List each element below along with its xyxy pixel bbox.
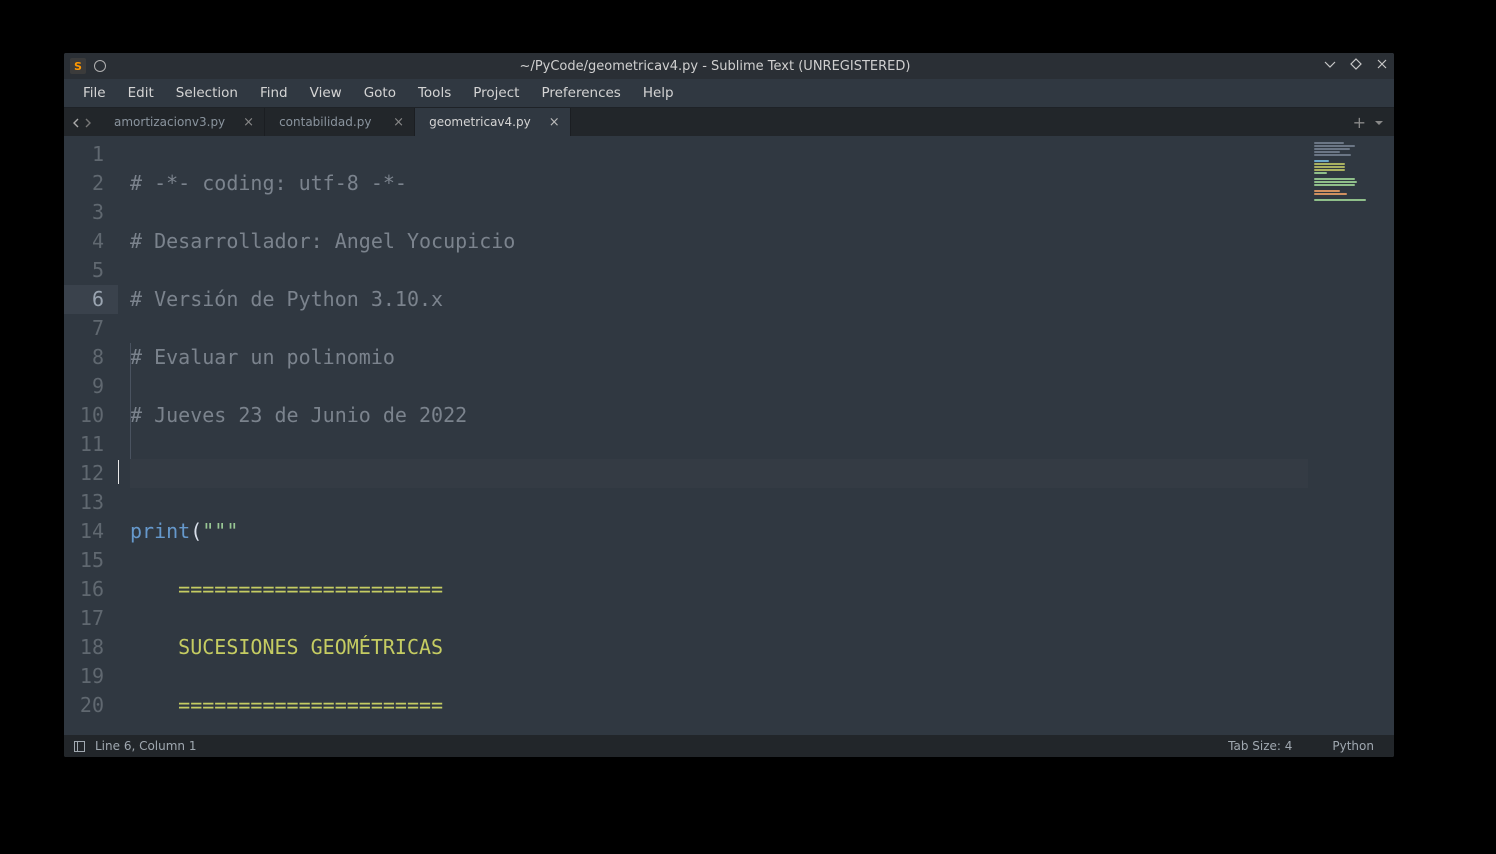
code-fn: print	[130, 519, 190, 543]
tab-dropdown-icon[interactable]	[1374, 113, 1384, 132]
line-number[interactable]: 7	[64, 314, 118, 343]
line-number[interactable]: 19	[64, 662, 118, 691]
menu-selection[interactable]: Selection	[165, 81, 249, 105]
menu-view[interactable]: View	[299, 81, 353, 105]
tab-history-back-icon[interactable]	[72, 113, 80, 132]
text-cursor	[118, 460, 119, 484]
line-number[interactable]: 1	[64, 140, 118, 169]
line-number[interactable]: 12	[64, 459, 118, 488]
close-icon[interactable]	[1376, 58, 1388, 74]
gutter[interactable]: 1234567891011121314151617181920	[64, 136, 118, 735]
modified-indicator-icon	[94, 60, 106, 72]
line-number[interactable]: 2	[64, 169, 118, 198]
line-number[interactable]: 3	[64, 198, 118, 227]
line-number[interactable]: 18	[64, 633, 118, 662]
tab-close-icon[interactable]: ×	[393, 115, 404, 130]
tab-contabilidad[interactable]: contabilidad.py ×	[265, 108, 415, 136]
menu-find[interactable]: Find	[249, 81, 299, 105]
tab-geometrica[interactable]: geometricav4.py ×	[415, 108, 571, 136]
code-comment: # Desarrollador: Angel Yocupicio	[130, 229, 515, 253]
menu-tools[interactable]: Tools	[407, 81, 462, 105]
line-number[interactable]: 10	[64, 401, 118, 430]
tab-label: geometricav4.py	[429, 115, 531, 129]
tab-amortizacion[interactable]: amortizacionv3.py ×	[100, 108, 265, 136]
new-tab-icon[interactable]: +	[1353, 113, 1366, 132]
code-comment: # Jueves 23 de Junio de 2022	[130, 403, 467, 427]
tab-close-icon[interactable]: ×	[243, 115, 254, 130]
line-number[interactable]: 20	[64, 691, 118, 720]
line-number[interactable]: 14	[64, 517, 118, 546]
tab-close-icon[interactable]: ×	[549, 115, 560, 130]
line-number[interactable]: 13	[64, 488, 118, 517]
tab-label: amortizacionv3.py	[114, 115, 225, 129]
menu-edit[interactable]: Edit	[117, 81, 165, 105]
menubar: File Edit Selection Find View Goto Tools…	[64, 79, 1394, 108]
app-icon: S	[70, 58, 86, 74]
tabbar: amortizacionv3.py × contabilidad.py × ge…	[64, 108, 1394, 136]
menu-help[interactable]: Help	[632, 81, 685, 105]
panel-switcher-icon[interactable]	[74, 741, 85, 752]
titlebar: S ~/PyCode/geometricav4.py - Sublime Tex…	[64, 53, 1394, 79]
syntax-mode[interactable]: Python	[1332, 739, 1374, 753]
line-number[interactable]: 4	[64, 227, 118, 256]
code-string: ======================	[130, 693, 443, 717]
code-string: ======================	[130, 577, 443, 601]
minimap[interactable]	[1308, 136, 1394, 735]
code-content[interactable]: # -*- coding: utf-8 -*- # Desarrollador:…	[118, 136, 1308, 735]
code-comment: # -*- coding: utf-8 -*-	[130, 171, 407, 195]
line-number[interactable]: 15	[64, 546, 118, 575]
indent-guide	[130, 343, 131, 459]
code-comment: # Versión de Python 3.10.x	[130, 287, 443, 311]
window-title: ~/PyCode/geometricav4.py - Sublime Text …	[106, 59, 1324, 74]
menu-file[interactable]: File	[72, 81, 117, 105]
cursor-position[interactable]: Line 6, Column 1	[95, 739, 197, 753]
menu-project[interactable]: Project	[462, 81, 530, 105]
line-number[interactable]: 11	[64, 430, 118, 459]
line-number[interactable]: 9	[64, 372, 118, 401]
tab-history-forward-icon[interactable]	[84, 113, 92, 132]
editor-window: S ~/PyCode/geometricav4.py - Sublime Tex…	[64, 53, 1394, 757]
tab-nav	[64, 108, 100, 136]
code-string: SUCESIONES GEOMÉTRICAS	[130, 635, 443, 659]
line-number[interactable]: 17	[64, 604, 118, 633]
line-number[interactable]: 16	[64, 575, 118, 604]
menu-preferences[interactable]: Preferences	[530, 81, 631, 105]
menu-goto[interactable]: Goto	[353, 81, 407, 105]
line-number[interactable]: 6	[64, 285, 118, 314]
tab-label: contabilidad.py	[279, 115, 371, 129]
line-number[interactable]: 5	[64, 256, 118, 285]
statusbar: Line 6, Column 1 Tab Size: 4 Python	[64, 735, 1394, 757]
minimize-icon[interactable]	[1324, 58, 1336, 74]
code-comment: # Evaluar un polinomio	[130, 345, 395, 369]
editor-area[interactable]: 1234567891011121314151617181920 # -*- co…	[64, 136, 1394, 735]
tab-size[interactable]: Tab Size: 4	[1228, 739, 1292, 753]
line-number[interactable]: 8	[64, 343, 118, 372]
maximize-icon[interactable]	[1350, 58, 1362, 74]
